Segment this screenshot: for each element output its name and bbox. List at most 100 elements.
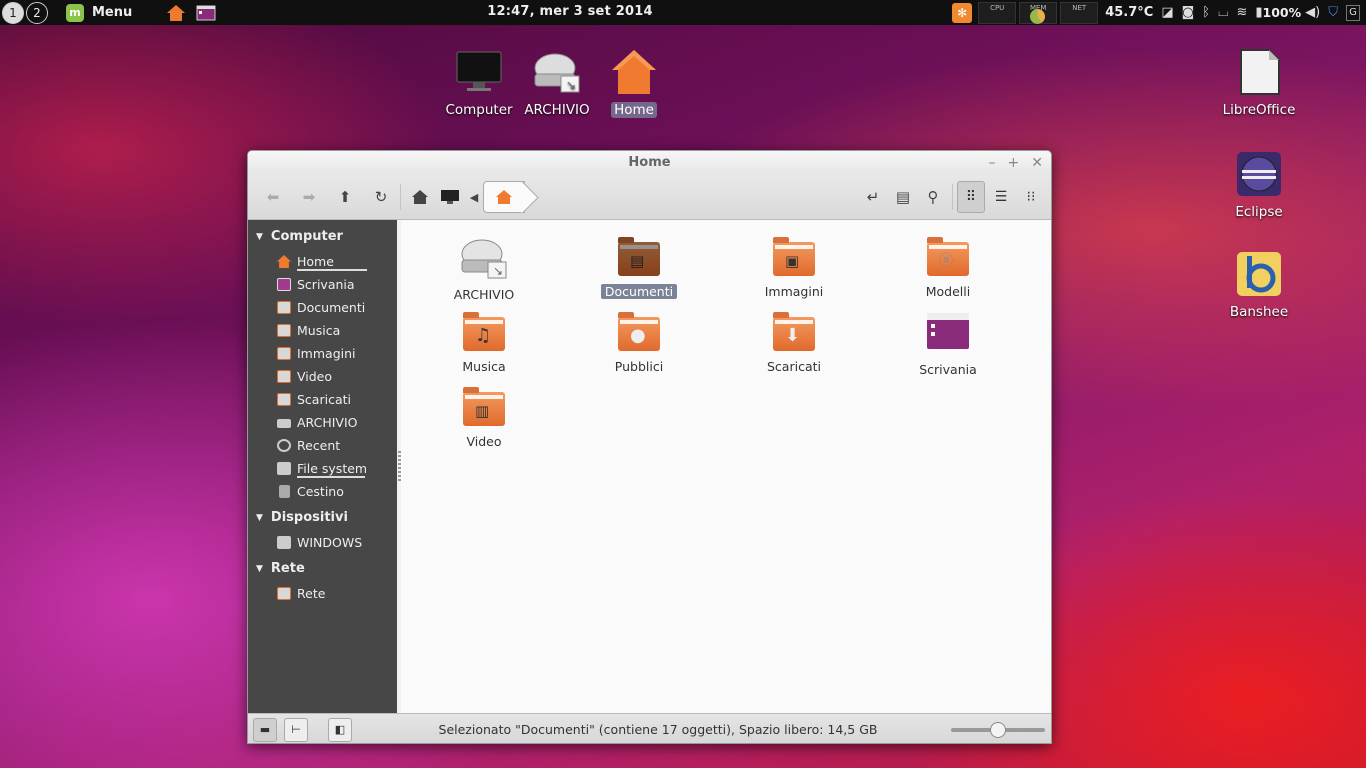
- sidebar-item-recent[interactable]: Recent: [248, 434, 397, 457]
- file-item-scrivania[interactable]: Scrivania: [893, 309, 1003, 377]
- close-icon[interactable]: ✕: [1031, 151, 1043, 175]
- forward-button[interactable]: ➡: [294, 182, 324, 212]
- network-folder-icon: [277, 587, 291, 600]
- bluetooth-icon[interactable]: ᛒ: [1202, 5, 1210, 20]
- sidebar-item-rete[interactable]: Rete: [248, 582, 397, 605]
- up-button[interactable]: ⬆: [330, 182, 360, 212]
- show-tree-button[interactable]: ⊢: [284, 717, 308, 742]
- sidebar-item-home[interactable]: Home: [248, 250, 397, 273]
- sidebar-item-immagini[interactable]: Immagini: [248, 342, 397, 365]
- show-places-button[interactable]: ▬: [253, 717, 277, 742]
- hard-drive-icon: ↘: [534, 53, 580, 93]
- file-item-modelli[interactable]: ⓐ Modelli: [893, 234, 1003, 299]
- sidebar-item-musica[interactable]: Musica: [248, 319, 397, 342]
- volume-icon[interactable]: ◀): [1305, 5, 1320, 20]
- breadcrumb-home[interactable]: [483, 181, 525, 213]
- keyboard-icon[interactable]: ⌴: [1218, 5, 1228, 20]
- sidebar-item-windows[interactable]: WINDOWS: [248, 531, 397, 554]
- file-item-pubblici[interactable]: ● Pubblici: [584, 309, 694, 374]
- mem-monitor[interactable]: MEM: [1019, 1, 1058, 24]
- shield-icon[interactable]: ⛉: [1328, 5, 1338, 20]
- desktop-icon-banshee[interactable]: Banshee: [1214, 250, 1304, 320]
- desktop-icon-eclipse[interactable]: Eclipse: [1214, 150, 1304, 220]
- list-icon: ☰: [994, 189, 1008, 205]
- maximize-icon[interactable]: +: [1008, 151, 1020, 175]
- open-terminal-button[interactable]: ↵: [858, 182, 888, 212]
- back-button[interactable]: ⬅: [258, 182, 288, 212]
- breadcrumb-left-button[interactable]: ◀: [465, 182, 483, 212]
- file-label: Scrivania: [919, 362, 977, 377]
- computer-nav-button[interactable]: [435, 182, 465, 212]
- cpu-monitor[interactable]: CPU: [978, 1, 1017, 24]
- window-titlebar[interactable]: Home – + ✕: [248, 151, 1051, 175]
- sidebar-section-rete[interactable]: Rete: [248, 556, 397, 582]
- screenshot-window-icon[interactable]: ◪: [1161, 5, 1173, 20]
- camera-icon[interactable]: ◙: [1182, 5, 1195, 20]
- sidebar-item-archivio[interactable]: ARCHIVIO: [248, 411, 397, 434]
- file-view[interactable]: ↘ ARCHIVIO ▤ Documenti ▣ Immagini ⓐ Mode…: [401, 220, 1051, 713]
- return-arrow-icon: ↵: [866, 188, 880, 206]
- toggle-sidebar-button[interactable]: ◧: [328, 717, 352, 742]
- downloads-folder-icon: ⬇: [770, 309, 818, 357]
- net-monitor[interactable]: NET: [1060, 1, 1099, 24]
- home-launcher-icon[interactable]: [166, 4, 186, 22]
- battery-percent[interactable]: 100%: [1263, 5, 1302, 20]
- icon-view-button[interactable]: ⠿: [957, 181, 985, 213]
- sidebar-section-computer[interactable]: Computer: [248, 224, 397, 250]
- new-folder-button[interactable]: ▤: [888, 182, 918, 212]
- sidebar-item-label: Musica: [297, 323, 341, 338]
- eclipse-icon: [1237, 152, 1281, 196]
- desktop-icon-home[interactable]: Home: [589, 48, 679, 118]
- file-item-documenti[interactable]: ▤ Documenti: [584, 234, 694, 299]
- toolbar: ⬅ ➡ ⬆ ↻ ◀ ↵ ▤ ⚲ ⠿ ☰ ⁝⁝: [248, 175, 1051, 220]
- sidebar-item-video[interactable]: Video: [248, 365, 397, 388]
- file-item-archivio[interactable]: ↘ ARCHIVIO: [429, 234, 539, 302]
- menu-button[interactable]: m Menu: [66, 3, 132, 22]
- sidebar-item-label: Scrivania: [297, 277, 355, 292]
- sidebar-item-file-system[interactable]: File system: [248, 457, 397, 480]
- wifi-icon[interactable]: ≋: [1236, 5, 1247, 20]
- svg-text:↘: ↘: [493, 264, 503, 278]
- desktop-icon-label: Home: [611, 102, 657, 118]
- workspace-2-button[interactable]: 2: [26, 1, 48, 24]
- net-label: NET: [1072, 3, 1087, 12]
- sidebar-item-documenti[interactable]: Documenti: [248, 296, 397, 319]
- google-icon[interactable]: G: [1346, 4, 1360, 21]
- file-label: Pubblici: [614, 359, 664, 374]
- desktop-icon-libreoffice[interactable]: LibreOffice: [1214, 48, 1304, 118]
- file-item-musica[interactable]: ♫ Musica: [429, 309, 539, 374]
- pictures-folder-icon: ▣: [770, 234, 818, 282]
- music-folder-icon: [277, 324, 291, 337]
- arrow-up-icon: ⬆: [338, 188, 352, 206]
- libreoffice-icon: [1240, 49, 1280, 95]
- workspace-1-button[interactable]: 1: [2, 1, 24, 24]
- search-icon: ⚲: [927, 188, 939, 206]
- settings-gear-icon[interactable]: ✻: [952, 2, 973, 23]
- temperature-readout[interactable]: 45.7°C: [1105, 5, 1153, 20]
- zoom-slider[interactable]: [951, 722, 1045, 738]
- battery-icon[interactable]: ▮: [1255, 5, 1262, 20]
- compact-view-button[interactable]: ⁝⁝: [1017, 181, 1045, 213]
- reload-button[interactable]: ↻: [366, 182, 396, 212]
- arrow-left-icon: ⬅: [266, 188, 280, 206]
- desktop-icon-computer[interactable]: Computer: [434, 48, 524, 118]
- system-tray: ✻ CPU MEM NET 45.7°C ◪ ◙ ᛒ ⌴ ≋ ▮ 100% ◀)…: [952, 0, 1366, 25]
- desktop-launcher-icon[interactable]: [196, 4, 216, 22]
- search-button[interactable]: ⚲: [918, 182, 948, 212]
- file-item-video[interactable]: ▥ Video: [429, 384, 539, 449]
- zoom-slider-handle[interactable]: [990, 722, 1006, 738]
- file-label: Video: [466, 434, 502, 449]
- sidebar-toggle-icon: ◧: [334, 723, 346, 736]
- file-item-scaricati[interactable]: ⬇ Scaricati: [739, 309, 849, 374]
- sidebar-item-scaricati[interactable]: Scaricati: [248, 388, 397, 411]
- file-label: Scaricati: [767, 359, 821, 374]
- list-view-button[interactable]: ☰: [987, 181, 1015, 213]
- file-label: ARCHIVIO: [453, 287, 515, 302]
- minimize-icon[interactable]: –: [989, 151, 996, 175]
- file-item-immagini[interactable]: ▣ Immagini: [739, 234, 849, 299]
- sidebar-item-scrivania[interactable]: Scrivania: [248, 273, 397, 296]
- sidebar-section-dispositivi[interactable]: Dispositivi: [248, 505, 397, 531]
- places-sidebar: Computer Home Scrivania Documenti Musica…: [248, 220, 397, 713]
- sidebar-item-cestino[interactable]: Cestino: [248, 480, 397, 503]
- home-nav-button[interactable]: [405, 182, 435, 212]
